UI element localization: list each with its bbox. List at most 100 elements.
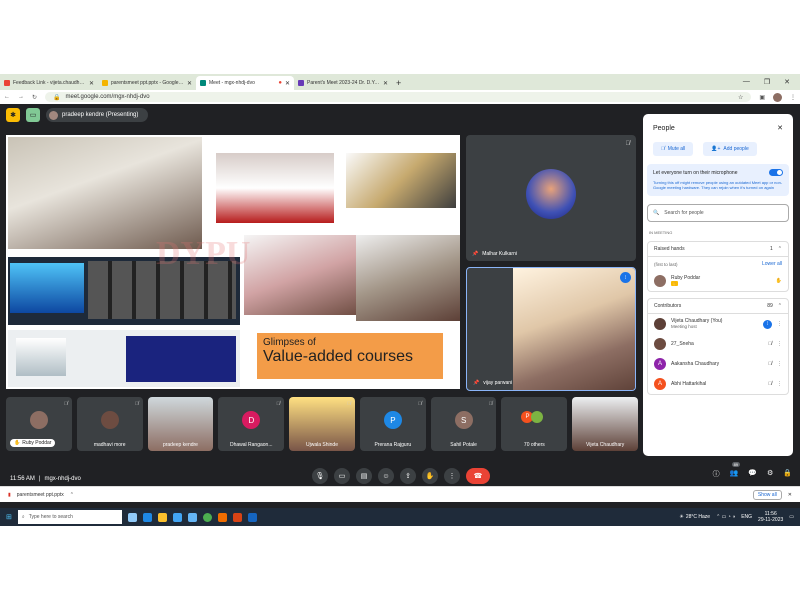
search-input[interactable]: 🔍 Search for people: [647, 204, 789, 223]
app-icon[interactable]: [217, 512, 227, 522]
chat-icon[interactable]: 💬: [748, 469, 757, 479]
more-icon[interactable]: ⋮: [777, 321, 782, 327]
activities-icon[interactable]: ⚙: [767, 469, 773, 479]
close-icon[interactable]: ✕: [89, 80, 94, 87]
system-tray-icons[interactable]: ⌃ ▭ ◔ ◑: [716, 514, 735, 520]
mic-off-icon[interactable]: 🎙̸: [768, 341, 772, 347]
participant-tile[interactable]: 🎙̸ D Dhawal Rangaon...: [218, 397, 285, 451]
taskbar-search[interactable]: ⌕ Type here to search: [17, 510, 122, 524]
edge-icon[interactable]: [142, 512, 152, 522]
participant-name: Aakansha Chaudhary: [671, 361, 720, 368]
download-file[interactable]: parentsmeet ppt.pptx: [17, 492, 64, 498]
lock-icon[interactable]: 🔒: [783, 469, 792, 479]
avatar: A: [654, 358, 666, 371]
slide-title-line1: Glimpses of: [263, 337, 316, 348]
url-field[interactable]: 🔒 meet.google.com/mgx-nhdj-dvo ☆: [45, 92, 752, 102]
microphone-toggle[interactable]: [769, 169, 783, 176]
powerpoint-icon[interactable]: [232, 512, 242, 522]
task-view-icon[interactable]: [127, 512, 137, 522]
mic-off-icon: 🎙̸: [488, 401, 493, 407]
language-indicator[interactable]: ENG: [741, 514, 752, 520]
mic-off-icon[interactable]: 🎙̸: [768, 361, 772, 367]
pptx-file-icon: ▮: [8, 491, 11, 498]
back-icon[interactable]: ←: [4, 94, 10, 100]
weather-widget[interactable]: ☀ 28°C Haze: [679, 514, 710, 520]
star-icon[interactable]: ☆: [738, 94, 743, 101]
mute-all-button[interactable]: 🎙̸ Mute all: [653, 142, 694, 156]
word-icon[interactable]: [247, 512, 257, 522]
present-icon[interactable]: ▭: [26, 108, 40, 122]
meeting-time: 11:56 AM: [10, 476, 35, 482]
participant-tile[interactable]: 🎙̸ Ujwala Shinde: [289, 397, 355, 451]
profile-avatar[interactable]: [773, 92, 782, 102]
hand-icon[interactable]: ✋: [776, 278, 782, 284]
participant-tile-malhar[interactable]: 🎙̸ 📌 Malhar Kulkarni: [466, 135, 636, 261]
show-all-button[interactable]: Show all: [752, 489, 782, 500]
mic-off-icon[interactable]: 🎙̸: [768, 381, 772, 387]
mail-icon[interactable]: [187, 512, 197, 522]
add-people-button[interactable]: 👤+ Add people: [703, 142, 757, 156]
raise-hand-button[interactable]: ✋: [422, 468, 438, 484]
participant-tile-vijay[interactable]: ⁞ 📌 vijay parwani: [466, 267, 636, 391]
chevron-up-icon[interactable]: ⌃: [778, 246, 782, 252]
more-icon[interactable]: ⋮: [777, 381, 782, 387]
info-icon[interactable]: ⓘ: [713, 469, 720, 479]
close-icon[interactable]: ✕: [285, 80, 290, 87]
gmail-icon: [4, 80, 10, 86]
list-item: 27_Sneha 🎙̸ ⋮: [648, 334, 788, 354]
close-icon[interactable]: ✕: [383, 80, 388, 87]
new-tab-button[interactable]: +: [392, 78, 405, 90]
activities-icon[interactable]: ✱: [6, 108, 20, 122]
slides-icon: [102, 80, 108, 86]
extensions-icon[interactable]: ▣: [759, 94, 765, 101]
participant-tile[interactable]: 🎙̸ pradeep kendre: [147, 397, 214, 451]
participant-tile[interactable]: 🎙̸ S Sahil Potale: [430, 397, 497, 451]
windows-start-icon[interactable]: ⊞: [6, 513, 12, 521]
others-tile[interactable]: P 70 others: [501, 397, 568, 451]
participant-tile[interactable]: Vijeta Chaudhary: [572, 397, 639, 451]
maximize-icon[interactable]: ❐: [764, 78, 770, 86]
chevron-up-icon[interactable]: ⌃: [70, 492, 74, 498]
people-icon[interactable]: 👥 89: [730, 462, 741, 479]
close-icon[interactable]: ✕: [777, 124, 783, 132]
participant-tile[interactable]: 🎙̸ P Prerana Rajguru: [359, 397, 426, 451]
reload-icon[interactable]: ↻: [32, 94, 37, 101]
participant-name: vijay parwani: [483, 380, 513, 386]
chrome-icon[interactable]: [202, 512, 212, 522]
leave-call-button[interactable]: ☎: [466, 468, 490, 484]
participant-tile[interactable]: 🎙̸ madhavi more: [76, 397, 143, 451]
captions-button[interactable]: ▤: [356, 468, 372, 484]
present-button[interactable]: ⇪: [400, 468, 416, 484]
menu-icon[interactable]: ⋮: [790, 94, 796, 101]
tab-parents-meet[interactable]: Parent's Meet 2023-24 Dr. D.Y. P... ✕: [294, 76, 392, 90]
participant-strip: 🎙̸ ✋ Ruby Poddar 🎙̸ madhavi more 🎙̸ pradeep …: [6, 397, 639, 451]
lower-all-button[interactable]: Lower all: [762, 261, 782, 267]
more-options-button[interactable]: ⋮: [444, 468, 460, 484]
avatar: [30, 411, 48, 429]
participant-tile[interactable]: 🎙̸ ✋ Ruby Poddar: [6, 397, 72, 451]
more-icon[interactable]: ⋮: [777, 341, 782, 347]
mic-button[interactable]: 🎙: [312, 468, 328, 484]
close-icon[interactable]: ✕: [788, 492, 792, 498]
notifications-icon[interactable]: ▭: [789, 514, 794, 520]
camera-button[interactable]: ▭: [334, 468, 350, 484]
tab-meet[interactable]: Meet - mgx-nhdj-dvo ● ✕: [196, 76, 294, 90]
tab-slides[interactable]: parentsmeet ppt.pptx - Google D... ✕: [98, 76, 196, 90]
close-icon[interactable]: ✕: [187, 80, 192, 87]
forward-icon[interactable]: →: [18, 94, 24, 100]
file-explorer-icon[interactable]: [157, 512, 167, 522]
store-icon[interactable]: [172, 512, 182, 522]
participant-name: Malhar Kulkarni: [482, 251, 517, 257]
minimize-icon[interactable]: —: [743, 78, 750, 86]
emoji-button[interactable]: ☺: [378, 468, 394, 484]
video-feed: [513, 268, 635, 390]
slide-caption: Glimpses of Value-added courses: [257, 333, 443, 379]
tab-label: Meet - mgx-nhdj-dvo: [209, 80, 255, 86]
clock-date: 29-11-2023: [758, 517, 784, 523]
close-window-icon[interactable]: ✕: [784, 78, 790, 86]
chevron-up-icon[interactable]: ⌃: [778, 303, 782, 309]
clock[interactable]: 11:56 29-11-2023: [758, 511, 783, 523]
more-icon[interactable]: ⋮: [777, 361, 782, 367]
tab-feedback[interactable]: Feedback Link - vijeta.chaudhar... ✕: [0, 76, 98, 90]
participant-name: madhavi more: [93, 442, 126, 448]
